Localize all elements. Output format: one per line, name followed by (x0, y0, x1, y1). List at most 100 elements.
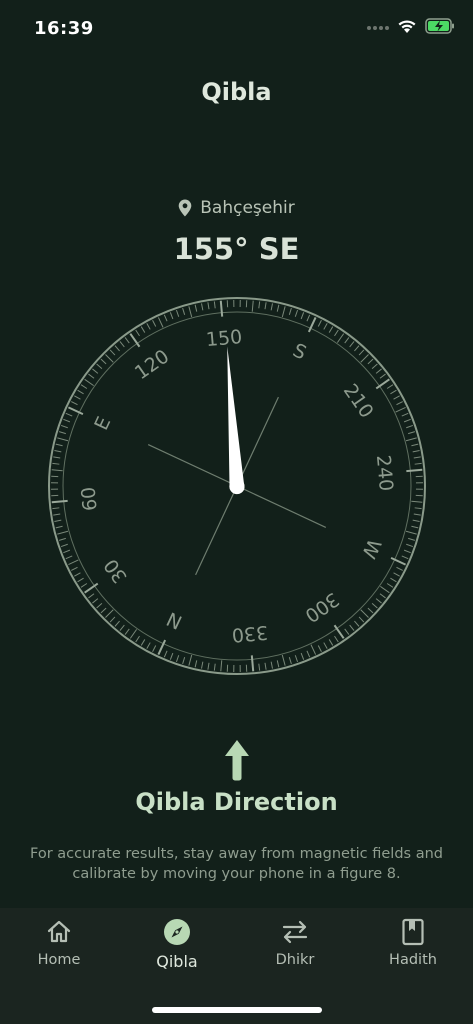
compass-tick (406, 543, 414, 548)
tab-qibla[interactable]: Qibla (118, 918, 236, 982)
compass-tick (169, 652, 174, 660)
compass-tick (413, 456, 421, 459)
compass-tick (390, 389, 397, 395)
compass-tick (306, 314, 311, 322)
compass-tick (60, 543, 68, 548)
compass-tick (58, 537, 66, 541)
cellular-signal-icon (367, 26, 389, 30)
compass-tick (220, 660, 223, 672)
tab-dhikr[interactable]: Dhikr (236, 918, 354, 982)
heading-readout: 155° SE (173, 232, 300, 266)
tab-dhikr-label: Dhikr (275, 952, 315, 968)
compass-tick (169, 312, 174, 320)
compass-tick (390, 577, 397, 583)
compass-tick (375, 598, 382, 604)
compass-tick (264, 662, 267, 670)
compass-tick (140, 639, 146, 646)
compass-tick (201, 303, 204, 311)
compass-tick (349, 624, 355, 631)
compass-tick (380, 585, 390, 594)
compass-tick (96, 363, 103, 369)
compass-tick (84, 378, 94, 387)
compass-tick (140, 326, 146, 333)
compass-tick (344, 628, 350, 635)
compass-tick (358, 349, 365, 356)
compass-tick (300, 312, 305, 320)
compass-label: E (90, 413, 115, 433)
compass-tick (163, 314, 168, 322)
compass-tick (88, 373, 95, 379)
compass-tick (100, 358, 107, 365)
compass-tick (395, 406, 406, 413)
compass-tick (74, 572, 81, 577)
compass-tick (201, 661, 204, 669)
page-title: Qibla (201, 78, 272, 106)
compass-tick (386, 583, 394, 588)
tab-hadith[interactable]: Hadith (354, 918, 472, 982)
compass-label: 60 (78, 486, 102, 512)
compass-tick (77, 389, 84, 395)
compass-tick (258, 301, 261, 309)
compass-tick (328, 326, 334, 333)
compass-tick (207, 662, 210, 670)
compass-tick (349, 341, 355, 348)
compass-needle-pointer (227, 346, 245, 495)
compass-tick (334, 635, 339, 643)
compass-tick (408, 431, 416, 435)
compass-tick (146, 323, 151, 330)
compass-tick (323, 323, 328, 330)
compass-tick (334, 329, 339, 337)
compass-tick (51, 469, 63, 472)
compass-tick (124, 628, 130, 635)
compass-tick (51, 499, 68, 504)
compass-tick (396, 566, 403, 571)
compass[interactable]: N 30 60 E 120 150 S 210 240 W 300 330 (46, 295, 428, 677)
compass-tick (306, 650, 311, 658)
compass-tick (80, 583, 88, 588)
compass-tick (317, 320, 322, 327)
compass-tick (386, 384, 394, 389)
wifi-icon (398, 20, 416, 33)
compass-tick (264, 302, 267, 310)
compass-tick (207, 302, 210, 310)
compass-tick (152, 645, 157, 652)
qibla-direction-title: Qibla Direction (135, 788, 338, 816)
tab-hadith-label: Hadith (389, 952, 437, 968)
compass-tick (379, 373, 386, 379)
compass-dial: N 30 60 E 120 150 S 210 240 W 300 330 (48, 297, 426, 675)
compass-tick (393, 572, 400, 577)
compass-tick (219, 300, 224, 317)
compass-tick (406, 468, 423, 473)
compass-label: 210 (339, 380, 378, 422)
compass-tick (124, 337, 130, 344)
compass-label: S (289, 339, 309, 364)
compass-tick (74, 395, 81, 400)
compass-tick (310, 644, 317, 655)
compass-tick (371, 603, 378, 609)
compass-tick (403, 418, 411, 423)
compass-tick (413, 513, 421, 516)
calibration-hint: For accurate results, stay away from mag… (30, 846, 443, 882)
compass-tick (367, 358, 374, 365)
compass-tick (408, 537, 416, 541)
compass-tick (100, 607, 107, 614)
compass-tick (371, 363, 378, 369)
compass-tick (358, 616, 365, 623)
compass-tick (146, 642, 151, 649)
compass-tick (270, 303, 273, 311)
compass-tick (77, 577, 84, 583)
tab-home[interactable]: Home (0, 918, 118, 982)
home-indicator (152, 1007, 322, 1013)
compass-tick (63, 418, 71, 423)
compass-tick (393, 395, 400, 400)
compass-tick (52, 462, 60, 465)
compass-tick (270, 661, 273, 669)
compass-tick (163, 650, 168, 658)
compass-tick (54, 450, 62, 453)
compass-tick (188, 654, 193, 666)
compass-tick (411, 525, 419, 529)
compass-label: N (163, 607, 185, 633)
compass-tick (71, 566, 78, 571)
compass-tick (88, 593, 95, 599)
compass-tick (213, 301, 216, 309)
